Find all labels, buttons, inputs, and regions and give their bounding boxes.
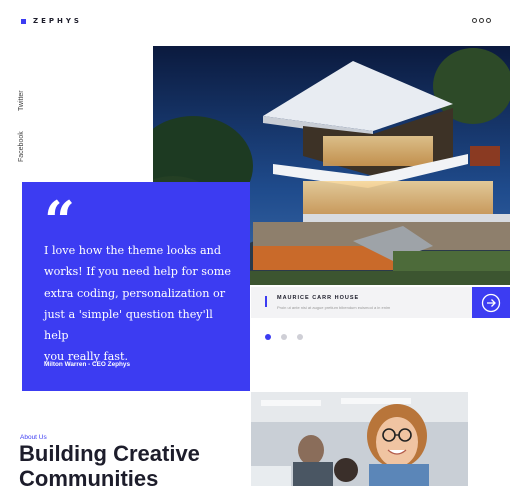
testimonial-author: Milton Warren - CEO Zephys [44, 361, 131, 368]
testimonial-card: “ I love how the theme looks and works! … [22, 182, 250, 391]
caption-accent-bar [265, 296, 267, 307]
logo-mark [21, 18, 26, 24]
testimonial-line: just a 'simple' question they'll help [44, 307, 213, 343]
testimonial-line: I love how the theme looks and [44, 244, 222, 257]
smiling-woman-illustration [251, 392, 468, 486]
slider-pagination [265, 334, 303, 340]
team-photo [251, 392, 468, 486]
about-label: About Us [20, 434, 47, 441]
testimonial-text: I love how the theme looks and works! If… [44, 240, 240, 368]
project-caption: MAURICE CARR HOUSE Proin ut ante nisi at… [251, 287, 472, 318]
project-subtitle: Proin ut ante nisi at augue pretium bibe… [277, 305, 391, 310]
twitter-link[interactable]: Twitter [18, 90, 25, 111]
logo[interactable]: ZEPHYS [21, 17, 82, 25]
menu-dot [486, 18, 491, 23]
testimonial-line: extra coding, personalization or [44, 286, 226, 300]
testimonial-line: works! If you need help for some [44, 265, 231, 279]
about-heading-line: Building Creative [19, 441, 200, 466]
more-dots-icon[interactable] [472, 18, 491, 23]
slider-dot-3[interactable] [297, 334, 303, 340]
project-title: MAURICE CARR HOUSE [277, 295, 360, 301]
slider-dot-1[interactable] [265, 334, 271, 340]
about-heading-line: Communities [19, 466, 159, 486]
site-header: ZEPHYS [0, 0, 510, 46]
slider-dot-2[interactable] [281, 334, 287, 340]
facebook-link[interactable]: Facebook [18, 131, 25, 162]
arrow-right-circle-icon [481, 293, 501, 312]
menu-dot [472, 18, 477, 23]
next-slide-button[interactable] [472, 287, 510, 318]
menu-dot [479, 18, 484, 23]
logo-text: ZEPHYS [33, 17, 82, 25]
about-heading: Building Creative Communities [19, 441, 249, 486]
